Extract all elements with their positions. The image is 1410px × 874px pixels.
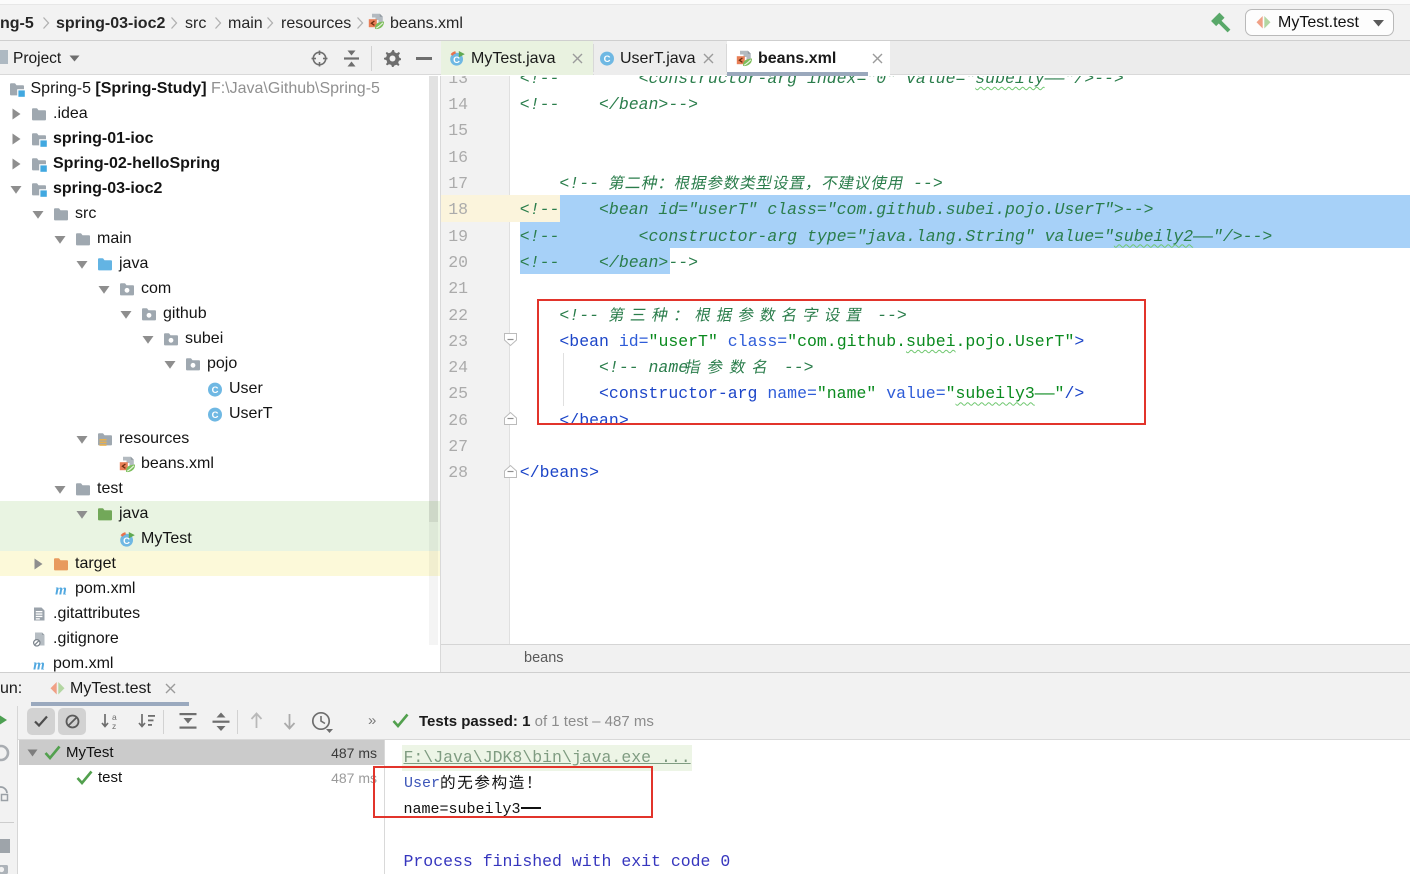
svg-text:C: C [604,54,611,65]
svg-text:C: C [123,535,130,546]
svg-text:m: m [33,657,45,673]
svg-text:C: C [212,410,219,421]
svg-text:C: C [212,385,219,396]
svg-text:z: z [112,721,116,731]
svg-text:C: C [453,55,460,66]
svg-text:m: m [55,582,67,598]
